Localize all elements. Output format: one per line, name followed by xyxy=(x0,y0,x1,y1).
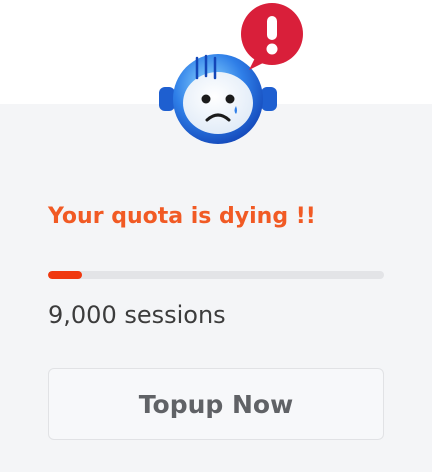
quota-warning-title: Your quota is dying !! xyxy=(48,204,316,229)
sad-robot-icon xyxy=(159,3,303,144)
sessions-remaining: 9,000 sessions xyxy=(48,301,226,329)
topup-button[interactable]: Topup Now xyxy=(48,368,384,440)
quota-progress-bar xyxy=(48,271,384,279)
quota-progress-fill xyxy=(48,271,82,279)
exclamation-icon xyxy=(266,16,278,55)
